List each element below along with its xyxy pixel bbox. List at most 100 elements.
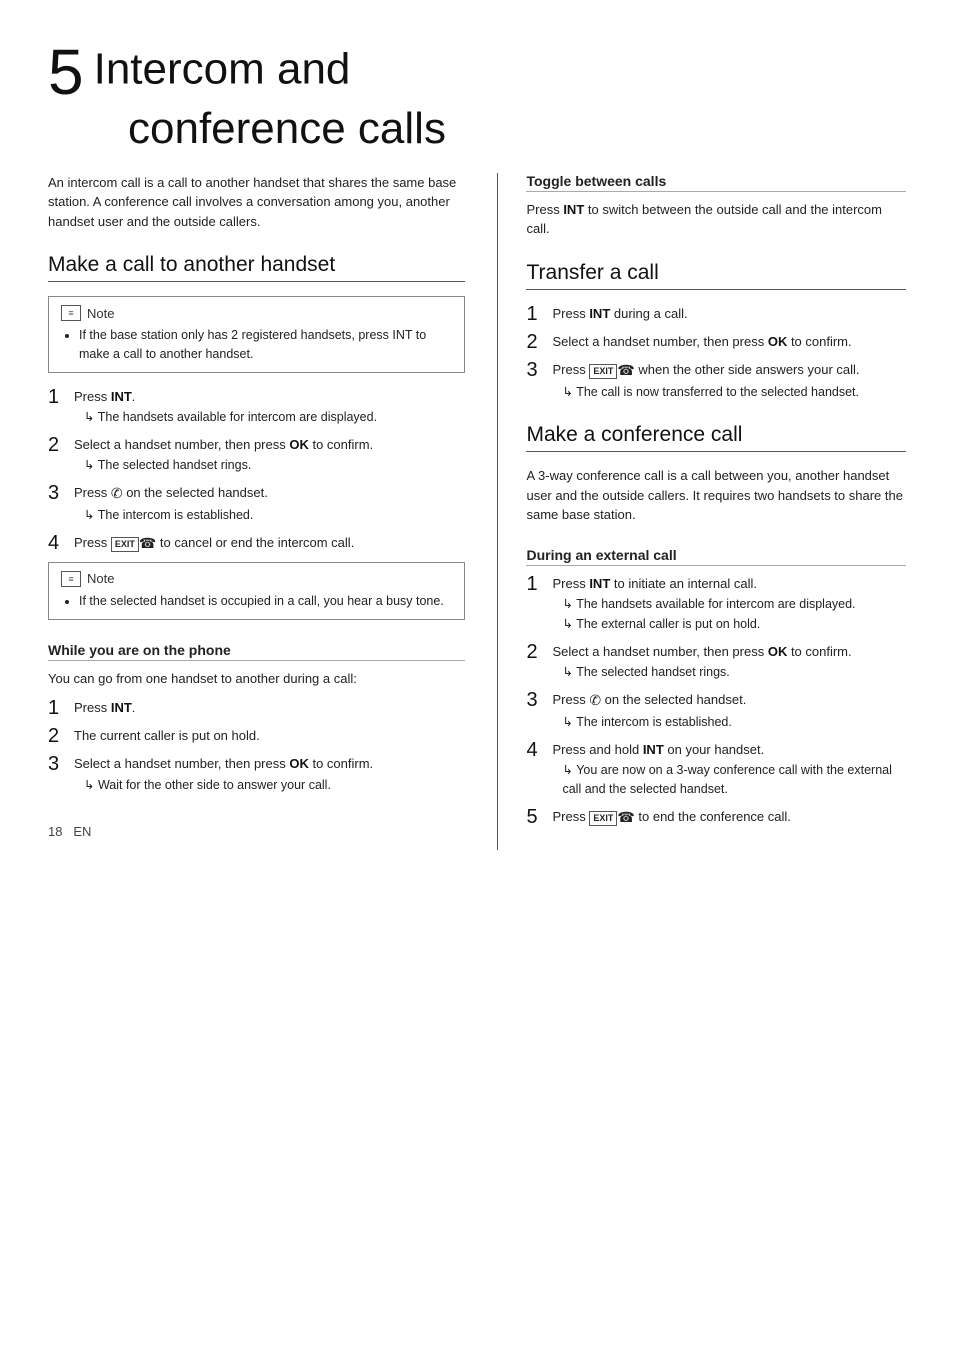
while-step-num-1: 1 bbox=[48, 698, 66, 718]
step-1: 1 Press INT. The handsets available for … bbox=[48, 387, 465, 427]
make-call-section: Make a call to another handset ≡ Note If… bbox=[48, 253, 465, 620]
while-step-content-3: Select a handset number, then press OK t… bbox=[74, 754, 465, 794]
transfer-step-content-3: Press EXIT☎ when the other side answers … bbox=[552, 360, 906, 402]
conf-step-3: 3 Press ✆ on the selected handset. The i… bbox=[526, 690, 906, 732]
int-key: INT bbox=[111, 389, 132, 404]
transfer-section: Transfer a call 1 Press INT during a cal… bbox=[526, 261, 906, 402]
exit-badge: EXIT bbox=[111, 537, 139, 552]
while-on-phone-intro: You can go from one handset to another d… bbox=[48, 669, 465, 689]
conf-step-content-3: Press ✆ on the selected handset. The int… bbox=[552, 690, 906, 732]
ok-key-conf: OK bbox=[768, 644, 788, 659]
ok-key: OK bbox=[289, 437, 309, 452]
int-key-toggle: INT bbox=[563, 202, 584, 217]
while-step-content-1: Press INT. bbox=[74, 698, 465, 718]
note-item-2: If the selected handset is occupied in a… bbox=[79, 592, 452, 611]
toggle-section: Toggle between calls Press INT to switch… bbox=[526, 173, 906, 239]
intro-text: An intercom call is a call to another ha… bbox=[48, 173, 465, 232]
while-on-phone-steps: 1 Press INT. 2 The current caller is put… bbox=[48, 698, 465, 794]
conf-step-result-3: The intercom is established. bbox=[552, 713, 906, 732]
conference-intro: A 3-way conference call is a call betwee… bbox=[526, 466, 906, 525]
while-step-content-2: The current caller is put on hold. bbox=[74, 726, 465, 746]
conf-step-1: 1 Press INT to initiate an internal call… bbox=[526, 574, 906, 634]
conf-step-content-4: Press and hold INT on your handset. You … bbox=[552, 740, 906, 799]
note-icon-2: ≡ bbox=[61, 571, 81, 587]
page-number: 18 bbox=[48, 824, 62, 839]
conf-step-result-1a: The handsets available for intercom are … bbox=[552, 595, 906, 614]
step-result-1: The handsets available for intercom are … bbox=[74, 408, 465, 427]
conf-step-num-4: 4 bbox=[526, 740, 544, 760]
make-call-steps: 1 Press INT. The handsets available for … bbox=[48, 387, 465, 554]
step-3: 3 Press ✆ on the selected handset. The i… bbox=[48, 483, 465, 525]
int-key-2: INT bbox=[111, 700, 132, 715]
ok-key-2: OK bbox=[289, 756, 309, 771]
note-title-2: ≡ Note bbox=[61, 571, 452, 587]
while-step-result-3: Wait for the other side to answer your c… bbox=[74, 776, 465, 795]
note-item-1: If the base station only has 2 registere… bbox=[79, 326, 452, 364]
transfer-step-content-2: Select a handset number, then press OK t… bbox=[552, 332, 906, 352]
transfer-step-2: 2 Select a handset number, then press OK… bbox=[526, 332, 906, 352]
step-result-2: The selected handset rings. bbox=[74, 456, 465, 475]
transfer-step-1: 1 Press INT during a call. bbox=[526, 304, 906, 324]
step-4: 4 Press EXIT☎ to cancel or end the inter… bbox=[48, 533, 465, 554]
phone-icon: ✆ bbox=[111, 483, 123, 504]
conf-step-content-1: Press INT to initiate an internal call. … bbox=[552, 574, 906, 634]
ok-key-transfer: OK bbox=[768, 334, 788, 349]
conference-section: Make a conference call A 3-way conferenc… bbox=[526, 423, 906, 828]
transfer-step-result-3: The call is now transferred to the selec… bbox=[552, 383, 906, 402]
toggle-text: Press INT to switch between the outside … bbox=[526, 200, 906, 239]
step-result-3: The intercom is established. bbox=[74, 506, 465, 525]
note-box-1: ≡ Note If the base station only has 2 re… bbox=[48, 296, 465, 373]
while-on-phone-heading: While you are on the phone bbox=[48, 642, 465, 661]
toggle-heading: Toggle between calls bbox=[526, 173, 906, 192]
step-2: 2 Select a handset number, then press OK… bbox=[48, 435, 465, 475]
step-num-2: 2 bbox=[48, 435, 66, 455]
make-call-heading: Make a call to another handset bbox=[48, 253, 465, 282]
note-box-2: ≡ Note If the selected handset is occupi… bbox=[48, 562, 465, 620]
page-footer: 18 EN bbox=[48, 824, 465, 839]
conf-step-num-5: 5 bbox=[526, 807, 544, 827]
step-num-3: 3 bbox=[48, 483, 66, 503]
int-key-hold: INT bbox=[643, 742, 664, 757]
conf-step-5: 5 Press EXIT☎ to end the conference call… bbox=[526, 807, 906, 828]
page-title: 5Intercom and conference calls bbox=[48, 40, 906, 155]
transfer-steps: 1 Press INT during a call. 2 Select a ha… bbox=[526, 304, 906, 402]
note-list-1: If the base station only has 2 registere… bbox=[61, 326, 452, 364]
while-step-3: 3 Select a handset number, then press OK… bbox=[48, 754, 465, 794]
conf-step-result-2: The selected handset rings. bbox=[552, 663, 906, 682]
conf-step-num-2: 2 bbox=[526, 642, 544, 662]
right-column: Toggle between calls Press INT to switch… bbox=[497, 173, 906, 850]
left-column: An intercom call is a call to another ha… bbox=[48, 173, 465, 850]
conference-steps: 1 Press INT to initiate an internal call… bbox=[526, 574, 906, 828]
step-content-2: Select a handset number, then press OK t… bbox=[74, 435, 465, 475]
during-external-subsection: During an external call 1 Press INT to i… bbox=[526, 547, 906, 828]
while-on-phone-section: While you are on the phone You can go fr… bbox=[48, 642, 465, 795]
conference-heading: Make a conference call bbox=[526, 423, 906, 452]
int-key-transfer: INT bbox=[589, 306, 610, 321]
note-list-2: If the selected handset is occupied in a… bbox=[61, 592, 452, 611]
step-content-3: Press ✆ on the selected handset. The int… bbox=[74, 483, 465, 525]
conf-step-num-1: 1 bbox=[526, 574, 544, 594]
phone-icon-conf: ✆ bbox=[589, 690, 601, 711]
during-external-heading: During an external call bbox=[526, 547, 906, 566]
conf-step-4: 4 Press and hold INT on your handset. Yo… bbox=[526, 740, 906, 799]
transfer-step-num-1: 1 bbox=[526, 304, 544, 324]
while-step-2: 2 The current caller is put on hold. bbox=[48, 726, 465, 746]
note-title-1: ≡ Note bbox=[61, 305, 452, 321]
conf-step-content-2: Select a handset number, then press OK t… bbox=[552, 642, 906, 682]
step-num-1: 1 bbox=[48, 387, 66, 407]
while-step-1: 1 Press INT. bbox=[48, 698, 465, 718]
while-step-num-3: 3 bbox=[48, 754, 66, 774]
exit-badge-conf: EXIT bbox=[589, 811, 617, 826]
conf-step-num-3: 3 bbox=[526, 690, 544, 710]
transfer-step-num-3: 3 bbox=[526, 360, 544, 380]
conf-step-result-1b: The external caller is put on hold. bbox=[552, 615, 906, 634]
note-icon-1: ≡ bbox=[61, 305, 81, 321]
conf-step-2: 2 Select a handset number, then press OK… bbox=[526, 642, 906, 682]
step-content-4: Press EXIT☎ to cancel or end the interco… bbox=[74, 533, 465, 554]
transfer-heading: Transfer a call bbox=[526, 261, 906, 290]
page-layout: An intercom call is a call to another ha… bbox=[48, 173, 906, 850]
page-lang: EN bbox=[73, 824, 91, 839]
transfer-step-content-1: Press INT during a call. bbox=[552, 304, 906, 324]
exit-badge-transfer: EXIT bbox=[589, 364, 617, 379]
conf-step-content-5: Press EXIT☎ to end the conference call. bbox=[552, 807, 906, 828]
